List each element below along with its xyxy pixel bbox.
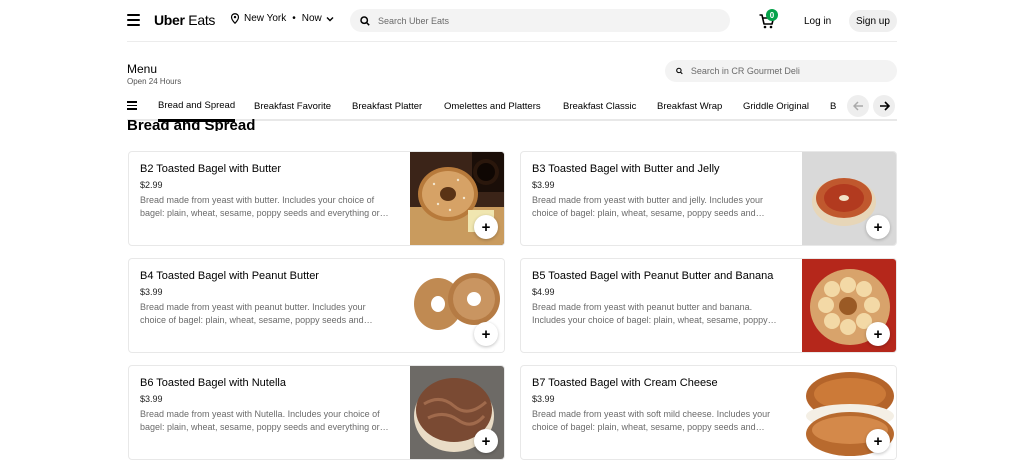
tab-omelettes-and-platters[interactable]: Omelettes and Platters [444, 92, 541, 120]
tab-griddle-original[interactable]: Griddle Original [743, 92, 809, 120]
scroll-right-button[interactable] [873, 95, 895, 117]
add-item-button[interactable]: + [866, 322, 890, 346]
tab-breakfast-classic[interactable]: Breakfast Classic [563, 92, 636, 120]
item-description: Bread made from yeast with soft mild che… [532, 409, 771, 432]
login-button[interactable]: Log in [792, 10, 843, 32]
uber-eats-logo[interactable]: Uber Eats [154, 12, 215, 28]
main-search-bar[interactable] [350, 9, 730, 32]
add-item-button[interactable]: + [474, 322, 498, 346]
item-description: Bread made from yeast with peanut butter… [140, 302, 373, 325]
hamburger-menu-icon[interactable] [127, 14, 140, 26]
item-name: B2 Toasted Bagel with Butter [140, 163, 282, 175]
item-name: B7 Toasted Bagel with Cream Cheese [532, 377, 718, 389]
item-name: B4 Toasted Bagel with Peanut Butter [140, 270, 319, 282]
main-search-input[interactable] [378, 15, 678, 26]
menu-item-card[interactable]: B6 Toasted Bagel with Nutella $3.99 Brea… [128, 365, 505, 460]
tab-breakfast-platter[interactable]: Breakfast Platter [352, 92, 422, 120]
add-item-button[interactable]: + [866, 215, 890, 239]
menu-hours: Open 24 Hours [127, 77, 182, 86]
item-description: Bread made from yeast with Nutella. Incl… [140, 409, 389, 432]
add-item-button[interactable]: + [474, 429, 498, 453]
logo-uber-text: Uber [154, 12, 185, 28]
category-list-icon[interactable] [127, 101, 137, 110]
tab-breakfast-favorite[interactable]: Breakfast Favorite [254, 92, 331, 120]
item-description: Bread made from yeast with peanut butter… [532, 302, 777, 325]
logo-eats-text: Eats [188, 12, 216, 28]
location-text: New York [244, 13, 287, 24]
section-title: Bread and Spread [127, 117, 256, 131]
item-price: $3.99 [532, 180, 555, 190]
menu-item-card[interactable]: B2 Toasted Bagel with Butter $2.99 Bread… [128, 151, 505, 246]
top-header: Uber Eats New York • Now 0 Log in Sign u… [0, 0, 1026, 42]
item-description: Bread made from yeast with butter. Inclu… [140, 195, 389, 218]
menu-item-card[interactable]: B3 Toasted Bagel with Butter and Jelly $… [520, 151, 897, 246]
item-price: $3.99 [140, 287, 163, 297]
item-price: $3.99 [532, 394, 555, 404]
cart-count-badge: 0 [766, 9, 778, 21]
item-description: Bread made from yeast with butter and je… [532, 195, 765, 218]
store-search-bar[interactable] [665, 60, 897, 82]
item-name: B5 Toasted Bagel with Peanut Butter and … [532, 270, 774, 282]
delivery-location-selector[interactable]: New York • Now [230, 13, 334, 24]
delivery-time-text: Now [301, 13, 322, 24]
search-icon [360, 15, 370, 26]
signup-button[interactable]: Sign up [849, 10, 897, 32]
search-icon [676, 67, 683, 75]
add-item-button[interactable]: + [866, 429, 890, 453]
store-search-input[interactable] [690, 66, 897, 76]
menu-item-card[interactable]: B7 Toasted Bagel with Cream Cheese $3.99… [520, 365, 897, 460]
item-price: $3.99 [140, 394, 163, 404]
item-name: B6 Toasted Bagel with Nutella [140, 377, 286, 389]
item-price: $2.99 [140, 180, 163, 190]
arrow-right-icon [879, 101, 890, 111]
add-item-button[interactable]: + [474, 215, 498, 239]
header-divider [127, 41, 897, 42]
item-price: $4.99 [532, 287, 555, 297]
menu-item-card[interactable]: B4 Toasted Bagel with Peanut Butter $3.9… [128, 258, 505, 353]
tab-breakfast-wrap[interactable]: Breakfast Wrap [657, 92, 722, 120]
menu-item-card[interactable]: B5 Toasted Bagel with Peanut Butter and … [520, 258, 897, 353]
arrow-left-icon [852, 101, 863, 111]
location-pin-icon [230, 13, 240, 24]
tab-partial[interactable]: B [830, 92, 838, 120]
menu-title: Menu [127, 62, 158, 76]
location-separator: • [292, 13, 296, 24]
scroll-left-button[interactable] [847, 95, 869, 117]
item-name: B3 Toasted Bagel with Butter and Jelly [532, 163, 720, 175]
chevron-down-icon [326, 16, 334, 21]
